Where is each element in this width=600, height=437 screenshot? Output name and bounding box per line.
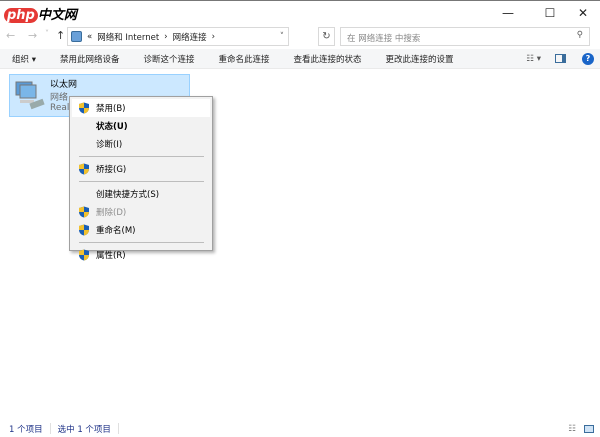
breadcrumb-separator[interactable]: › (212, 32, 215, 42)
menu-item[interactable]: 禁用(B) (72, 99, 210, 117)
change-settings-button[interactable]: 更改此连接的设置 (386, 53, 454, 65)
view-options-icon[interactable]: ☷ ▾ (526, 54, 541, 64)
menu-item-label: 状态(U) (96, 122, 128, 132)
uac-shield-icon (78, 102, 90, 114)
organize-button[interactable]: 组织 ▾ (12, 53, 36, 65)
overflow-crumb[interactable]: « (87, 32, 92, 42)
menu-item-label: 诊断(I) (96, 140, 123, 150)
search-input[interactable]: 在 网络连接 中搜索 ⚲ (340, 27, 590, 46)
watermark-logo: php 中文网 (4, 4, 77, 23)
uac-shield-icon (78, 206, 90, 218)
rename-button[interactable]: 重命名此连接 (219, 53, 270, 65)
menu-item[interactable]: 诊断(I) (72, 135, 210, 153)
item-count: 1 个项目 (9, 424, 43, 435)
breadcrumb-separator[interactable]: › (164, 32, 167, 42)
forward-button[interactable]: → (28, 29, 37, 42)
status-bar: 1 个项目 选中 1 个项目 ☷ (0, 420, 600, 437)
preview-pane-icon[interactable] (555, 54, 566, 63)
menu-item-label: 删除(D) (96, 208, 127, 218)
up-button[interactable]: ↑ (56, 29, 65, 42)
view-status-button[interactable]: 查看此连接的状态 (294, 53, 362, 65)
menu-separator (79, 181, 204, 182)
search-icon: ⚲ (576, 30, 583, 40)
uac-shield-icon (78, 163, 90, 175)
menu-item[interactable]: 属性(R) (72, 246, 210, 264)
adapter-network: 网络 (50, 93, 69, 103)
network-adapter-icon (15, 81, 45, 110)
menu-item[interactable]: 状态(U) (72, 117, 210, 135)
context-menu: 禁用(B) 状态(U) 诊断(I) 桥接(G) 创建快捷方式(S) 删除(D) 重命名(M)… (69, 96, 213, 261)
menu-item[interactable]: 创建快捷方式(S) (72, 185, 210, 203)
disable-device-button[interactable]: 禁用此网络设备 (60, 53, 120, 65)
menu-item-label: 属性(R) (96, 251, 126, 261)
minimize-button[interactable]: — (493, 3, 523, 23)
address-row: ← → ˅ ↑ « 网络和 Internet › 网络连接 › ˅ ↻ 在 网络… (0, 26, 600, 46)
maximize-button[interactable]: ☐ (535, 3, 565, 23)
back-button[interactable]: ← (6, 29, 15, 42)
menu-separator (79, 242, 204, 243)
breadcrumb-network-connections[interactable]: 网络连接 (173, 31, 207, 43)
menu-item-label: 创建快捷方式(S) (96, 190, 160, 200)
blank-icon (78, 188, 90, 200)
selected-count: 选中 1 个项目 (57, 424, 111, 435)
network-folder-icon (71, 31, 82, 42)
menu-item-label: 禁用(B) (96, 104, 126, 114)
menu-item-label: 桥接(G) (96, 165, 127, 175)
refresh-button[interactable]: ↻ (318, 27, 335, 46)
recent-locations-button[interactable]: ˅ (45, 29, 49, 38)
close-button[interactable]: ✕ (568, 3, 598, 23)
title-bar: php 中文网 — ☐ ✕ (0, 0, 600, 24)
uac-shield-icon (78, 249, 90, 261)
chevron-down-icon[interactable]: ˅ (280, 32, 284, 42)
blank-icon (78, 138, 90, 150)
menu-item-label: 重命名(M) (96, 226, 136, 236)
menu-item[interactable]: 重命名(M) (72, 221, 210, 239)
command-bar: 组织 ▾ 禁用此网络设备 诊断这个连接 重命名此连接 查看此连接的状态 更改此连… (0, 49, 600, 69)
details-view-icon[interactable]: ☷ (568, 424, 576, 434)
menu-item: 删除(D) (72, 203, 210, 221)
address-bar[interactable]: « 网络和 Internet › 网络连接 › ˅ (67, 27, 289, 46)
search-placeholder: 在 网络连接 中搜索 (347, 34, 421, 44)
help-icon[interactable]: ? (582, 52, 594, 65)
diagnose-button[interactable]: 诊断这个连接 (143, 53, 194, 65)
large-icons-view-icon[interactable] (584, 424, 594, 433)
adapter-device: Real (50, 103, 70, 113)
blank-icon (78, 120, 90, 132)
menu-separator (79, 156, 204, 157)
adapter-name: 以太网 (50, 80, 78, 90)
breadcrumb-network-internet[interactable]: 网络和 Internet (97, 31, 159, 43)
menu-item[interactable]: 桥接(G) (72, 160, 210, 178)
uac-shield-icon (78, 224, 90, 236)
